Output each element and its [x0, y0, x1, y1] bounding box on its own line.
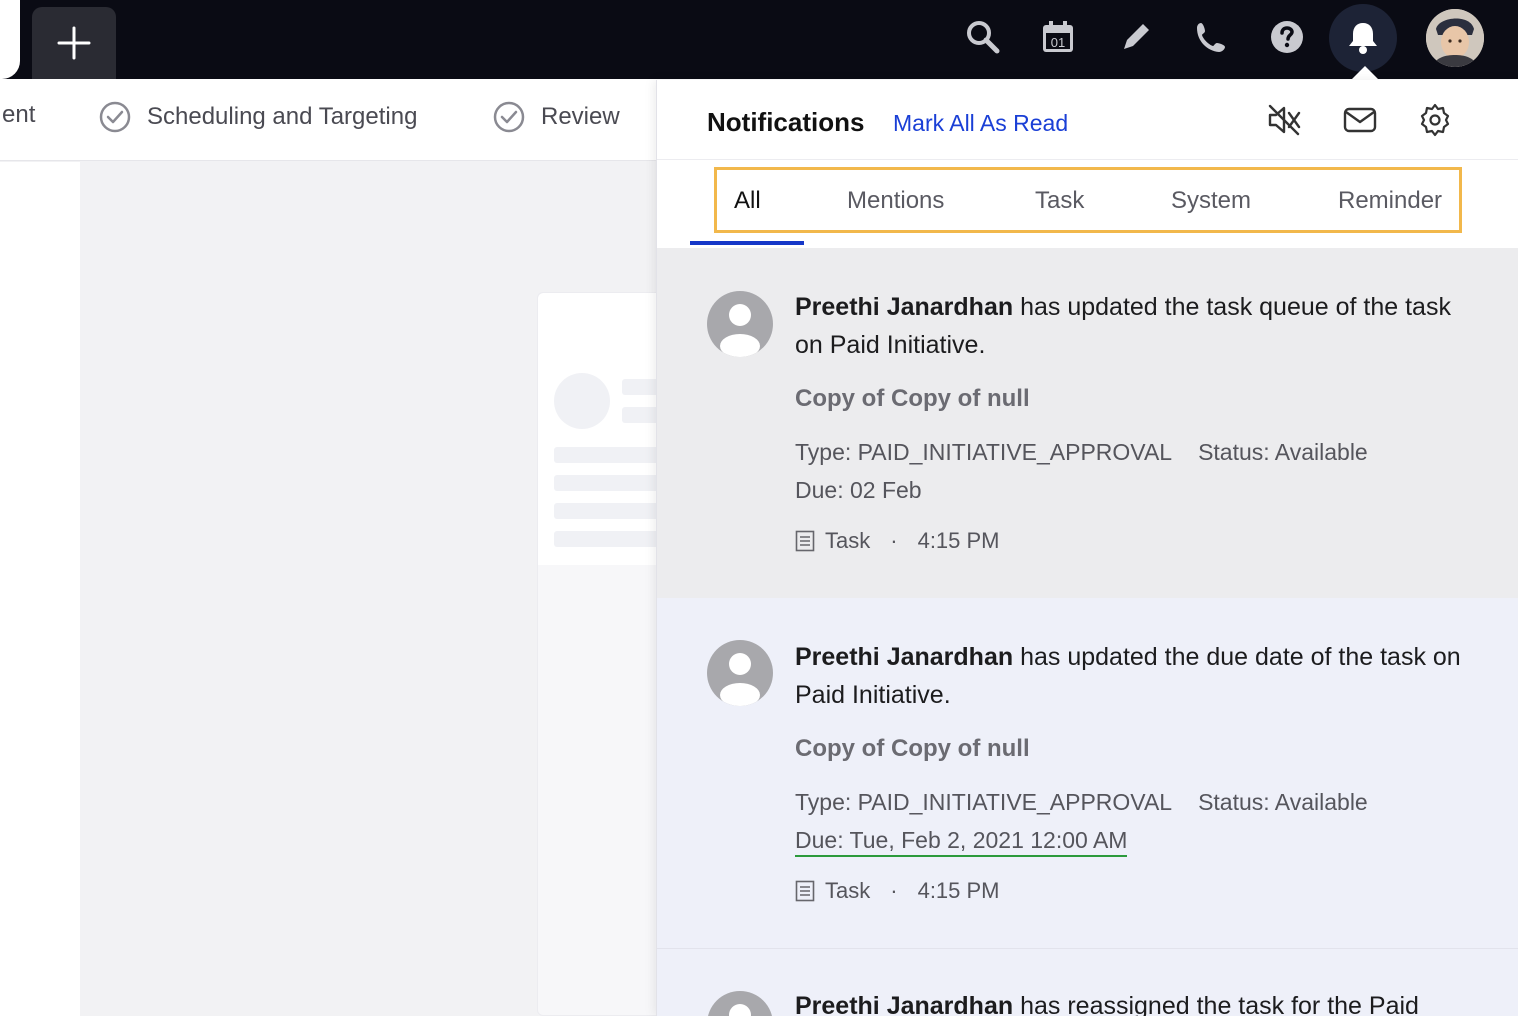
plus-icon	[57, 26, 91, 60]
settings-button[interactable]	[1415, 100, 1455, 140]
panel-header: Notifications Mark All As Read	[657, 80, 1518, 160]
notification-tabs: All Mentions Task System Reminder	[657, 160, 1518, 248]
notification-category: Task	[825, 878, 871, 903]
actor-avatar	[707, 640, 773, 706]
task-due: Due: 02 Feb	[795, 477, 922, 503]
notification-item[interactable]: Preethi Janardhan has updated the due da…	[657, 598, 1518, 948]
notification-category: Task	[825, 528, 871, 553]
top-bar: 01	[0, 0, 1518, 79]
calendar-day: 01	[1051, 35, 1065, 50]
separator-dot: ·	[890, 528, 898, 553]
actor-avatar	[707, 991, 773, 1016]
person-icon	[729, 1004, 751, 1016]
step-item-review[interactable]: Review	[493, 101, 620, 133]
search-button[interactable]	[958, 12, 1008, 62]
document-icon	[795, 880, 815, 902]
email-button[interactable]	[1340, 100, 1380, 140]
notification-subject[interactable]: Copy of Copy of null	[795, 385, 1030, 413]
task-status: Status: Available	[1198, 439, 1368, 465]
tab-mentions[interactable]: Mentions	[847, 187, 944, 215]
avatar-photo-icon	[1426, 9, 1484, 67]
actor-name: Preethi Janardhan	[795, 643, 1014, 671]
notification-meta: Type: PAID_INITIATIVE_APPROVAL Status: Av…	[795, 433, 1368, 509]
mark-all-read-link[interactable]: Mark All As Read	[893, 110, 1068, 137]
user-avatar[interactable]	[1426, 9, 1484, 67]
help-button[interactable]	[1262, 12, 1312, 62]
person-icon	[720, 304, 760, 357]
task-status: Status: Available	[1198, 789, 1368, 815]
notification-time: 4:15 PM	[917, 528, 1000, 553]
notification-message: Preethi Janardhan has updated the due da…	[795, 638, 1475, 714]
notification-item[interactable]: Preethi Janardhan has updated the task q…	[657, 248, 1518, 598]
notification-footer: Task · 4:15 PM	[795, 878, 1000, 904]
separator-dot: ·	[890, 878, 898, 903]
topbar-corner	[0, 0, 40, 79]
person-icon	[720, 653, 760, 706]
step-item-scheduling[interactable]: Scheduling and Targeting	[99, 101, 417, 133]
compose-button[interactable]	[1111, 12, 1161, 62]
actor-name: Preethi Janardhan	[795, 293, 1014, 321]
bell-icon	[1349, 23, 1377, 54]
phone-icon	[1197, 23, 1225, 52]
step-label: ent	[2, 101, 36, 128]
active-tab-indicator	[690, 241, 804, 245]
actor-avatar	[707, 291, 773, 357]
notification-item[interactable]: Preethi Janardhan has reassigned the tas…	[657, 948, 1518, 1016]
step-label: Scheduling and Targeting	[147, 103, 418, 130]
pencil-icon	[1124, 24, 1149, 49]
step-item[interactable]: ent	[2, 101, 35, 129]
gear-icon	[1420, 103, 1450, 137]
tab-reminder[interactable]: Reminder	[1338, 187, 1442, 215]
message-text: has reassigned the task for the Paid	[1013, 992, 1419, 1016]
task-due-link[interactable]: Due: Tue, Feb 2, 2021 12:00 AM	[795, 827, 1128, 857]
step-label: Review	[541, 103, 620, 130]
panel-caret	[1351, 66, 1379, 80]
tab-all[interactable]: All	[734, 187, 761, 215]
skeleton-avatar	[554, 373, 610, 429]
notification-meta: Type: PAID_INITIATIVE_APPROVAL Status: Av…	[795, 783, 1368, 859]
help-icon	[1271, 21, 1303, 53]
actor-name: Preethi Janardhan	[795, 992, 1014, 1016]
phone-button[interactable]	[1186, 12, 1236, 62]
speaker-muted-icon	[1268, 104, 1301, 136]
notifications-button[interactable]	[1329, 4, 1397, 72]
notification-footer: Task · 4:15 PM	[795, 528, 1000, 554]
task-type: Type: PAID_INITIATIVE_APPROVAL	[795, 439, 1173, 465]
notifications-panel: Notifications Mark All As Read All Menti…	[656, 80, 1518, 1016]
add-button[interactable]	[32, 7, 116, 79]
tab-system[interactable]: System	[1171, 187, 1251, 215]
check-circle-icon	[493, 101, 525, 133]
check-circle-icon	[99, 101, 131, 133]
left-gutter	[0, 162, 80, 1016]
search-icon	[967, 21, 1000, 54]
calendar-icon: 01	[1043, 21, 1073, 52]
envelope-icon	[1343, 107, 1377, 133]
tab-task[interactable]: Task	[1035, 187, 1084, 215]
notification-message: Preethi Janardhan has updated the task q…	[795, 288, 1475, 364]
notification-subject[interactable]: Copy of Copy of null	[795, 735, 1030, 763]
notification-message: Preethi Janardhan has reassigned the tas…	[795, 987, 1475, 1016]
notification-time: 4:15 PM	[917, 878, 1000, 903]
task-type: Type: PAID_INITIATIVE_APPROVAL	[795, 789, 1173, 815]
mute-button[interactable]	[1264, 100, 1304, 140]
document-icon	[795, 530, 815, 552]
calendar-button[interactable]: 01	[1033, 12, 1083, 62]
panel-title: Notifications	[707, 107, 865, 137]
